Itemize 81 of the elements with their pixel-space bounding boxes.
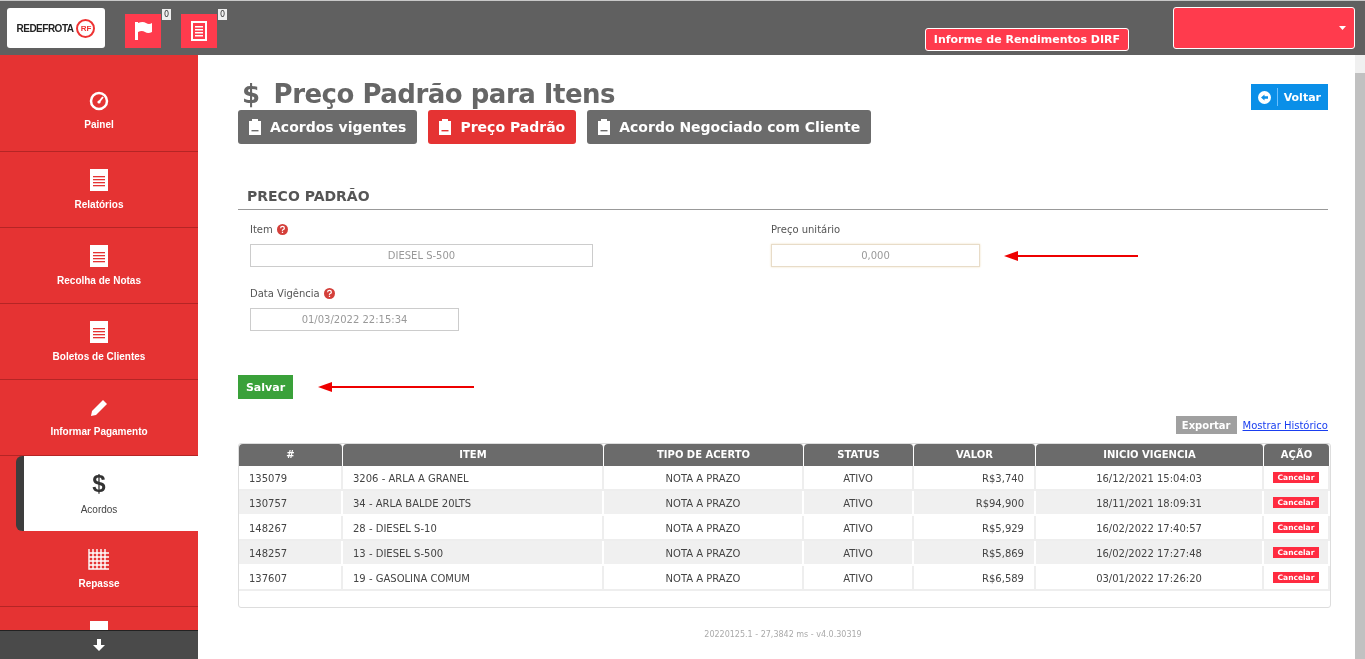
- date-field[interactable]: 01/03/2022 22:15:34: [250, 308, 459, 331]
- document-icon: [191, 21, 207, 41]
- field-label: Preço unitário: [771, 223, 841, 235]
- sidebar-item[interactable]: Repasse: [0, 531, 198, 607]
- clipboard-icon: [598, 119, 611, 135]
- table-cell: 16/02/2022 17:27:48: [1036, 541, 1264, 566]
- tab[interactable]: Preço Padrão: [428, 110, 577, 144]
- document-icon: [90, 169, 108, 191]
- back-button[interactable]: Voltar: [1250, 84, 1328, 110]
- document-button[interactable]: [181, 14, 217, 48]
- column-header: #: [239, 444, 343, 466]
- account-dropdown[interactable]: [1173, 7, 1355, 49]
- column-header: INICIO VIGENCIA: [1036, 444, 1264, 466]
- column-header: ITEM: [343, 444, 604, 466]
- dirf-button[interactable]: Informe de Rendimentos DIRF: [924, 28, 1129, 51]
- help-icon: [323, 287, 335, 299]
- item-field[interactable]: DIESEL S-500: [250, 244, 593, 267]
- table-cell: R$94,900: [914, 491, 1036, 516]
- sidebar-label: Painel: [84, 118, 114, 130]
- column-header: VALOR: [914, 444, 1036, 466]
- price-field[interactable]: 0,000: [771, 244, 980, 267]
- sidebar-item[interactable]: $ Acordos: [16, 456, 198, 531]
- table-cell: R$6,589: [914, 566, 1036, 591]
- gauge-icon: [89, 90, 109, 111]
- sidebar-label: Acordos: [80, 504, 118, 515]
- table-cell: ATIVO: [804, 491, 914, 516]
- tab[interactable]: Acordos vigentes: [238, 110, 418, 144]
- sidebar-label: Recolha de Notas: [57, 275, 141, 286]
- sidebar-label: Boletos de Clientes: [52, 351, 146, 362]
- caret-icon: [1339, 26, 1346, 30]
- tab[interactable]: Acordo Negociado com Cliente: [587, 110, 872, 144]
- table-cell: ATIVO: [804, 566, 914, 591]
- column-header: AÇÃO: [1264, 444, 1330, 466]
- table-cell: NOTA A PRAZO: [604, 491, 804, 516]
- table-cell: 19 - GASOLINA COMUM: [343, 566, 604, 591]
- sidebar-item[interactable]: Painel: [0, 55, 198, 152]
- sidebar-label: Informar Pagamento: [50, 426, 148, 437]
- export-button[interactable]: Exportar: [1175, 416, 1237, 434]
- history-link[interactable]: Mostrar Histórico: [1242, 419, 1328, 431]
- logo-mark: RF: [76, 18, 96, 38]
- table-cell: 13 - DIESEL S-500: [343, 541, 604, 566]
- dollar-icon: $: [92, 472, 106, 496]
- clipboard-icon: [439, 119, 452, 135]
- notification-count: 0: [161, 9, 171, 20]
- field-label: Data Vigência: [250, 287, 320, 299]
- column-header: STATUS: [804, 444, 914, 466]
- table-cell: ATIVO: [804, 541, 914, 566]
- table-cell: 03/01/2022 17:26:20: [1036, 566, 1264, 591]
- column-header: TIPO DE ACERTO: [604, 444, 804, 466]
- flag-icon: [134, 21, 152, 41]
- arrow-down-icon: [93, 639, 105, 651]
- sidebar-item[interactable]: Relatórios: [0, 152, 198, 228]
- scroll-down-button[interactable]: [0, 630, 198, 659]
- sidebar-label: Relatórios: [74, 199, 124, 210]
- document-icon: [90, 245, 108, 267]
- table-cell: R$5,869: [914, 541, 1036, 566]
- table-cell: NOTA A PRAZO: [604, 541, 804, 566]
- flag-button[interactable]: [125, 14, 161, 48]
- pencil-icon: [89, 398, 109, 418]
- sidebar-item[interactable]: Boletos de Clientes: [0, 304, 198, 380]
- table-cell: NOTA A PRAZO: [604, 566, 804, 591]
- page-title: $ Preço Padrão para Itens: [242, 79, 616, 109]
- scrollbar[interactable]: [1355, 55, 1365, 659]
- table-cell: 130757: [239, 491, 343, 516]
- sidebar-item[interactable]: Recolha de Notas: [0, 228, 198, 304]
- logo-text: REDEFROTA: [16, 22, 74, 34]
- footer-text: 20220125.1 - 27,3842 ms - v4.0.30319: [703, 630, 863, 639]
- section-title: PRECO PADRÃO: [238, 188, 1328, 210]
- clipboard-icon: [249, 119, 261, 135]
- document-icon: [90, 321, 108, 343]
- table-cell: 137607: [239, 566, 343, 591]
- table-cell: 18/11/2021 18:09:31: [1036, 491, 1264, 516]
- grid-chart-icon: [88, 548, 110, 570]
- logo[interactable]: REDEFROTA RF: [7, 8, 105, 48]
- table-cell: 148257: [239, 541, 343, 566]
- field-label: Item: [250, 223, 273, 235]
- notification-count: 0: [217, 9, 227, 20]
- help-icon: [276, 223, 288, 235]
- save-button[interactable]: Salvar: [238, 375, 293, 399]
- table-cell: 34 - ARLA BALDE 20LTS: [343, 491, 604, 516]
- sidebar-label: Repasse: [78, 578, 120, 589]
